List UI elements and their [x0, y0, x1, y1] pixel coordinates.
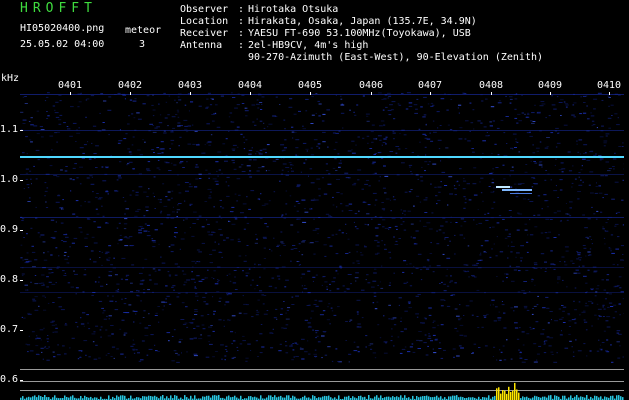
location-key: Location	[180, 16, 229, 27]
receiver-value: YAESU FT-690 53.100MHz(Toyokawa), USB	[248, 28, 471, 39]
carrier-line	[20, 156, 624, 158]
observer-key: Observer	[180, 4, 229, 15]
meteor-label: meteor	[125, 25, 162, 36]
y-tick-label: 0.6	[0, 374, 19, 385]
antenna-value: 2el-HB9CV, 4m's high	[248, 40, 369, 51]
x-tick-label: 0404	[238, 80, 263, 91]
noise-band	[20, 130, 624, 131]
x-tick-mark	[250, 92, 251, 95]
x-tick-mark	[609, 92, 610, 95]
x-tick-label: 0406	[359, 80, 384, 91]
baseline-line	[20, 381, 624, 382]
y-tick-mark	[20, 230, 23, 231]
receiver-key: Receiver	[180, 28, 229, 39]
x-tick-label: 0405	[298, 80, 323, 91]
x-tick-mark	[430, 92, 431, 95]
y-tick-label: 1.1	[0, 124, 19, 135]
antenna-key: Antenna	[180, 40, 223, 51]
noise-band	[20, 94, 624, 95]
baseline-line	[20, 390, 624, 391]
noise-band	[20, 267, 624, 268]
antenna-row: Antenna:2el-HB9CV, 4m's high	[180, 40, 369, 51]
activity-bars	[20, 382, 624, 400]
antenna-value-2: 90-270-Azimuth (East-West), 90-Elevation…	[248, 52, 544, 63]
x-tick-label: 0402	[118, 80, 143, 91]
x-tick-mark	[491, 92, 492, 95]
x-tick-label: 0409	[538, 80, 563, 91]
noise-band	[20, 292, 624, 293]
noise-field	[20, 92, 624, 363]
x-tick-mark	[70, 92, 71, 95]
image-filename: HI05020400.png	[20, 23, 105, 34]
y-tick-label: 0.9	[0, 224, 19, 235]
location-value: Hirakata, Osaka, Japan (135.7E, 34.9N)	[248, 16, 477, 27]
meteor-echo	[496, 186, 510, 188]
x-tick-mark	[310, 92, 311, 95]
observer-value: Hirotaka Otsuka	[248, 4, 339, 15]
observer-row: Observer: Hirotaka Otsuka	[180, 4, 339, 15]
y-axis-unit: kHz	[1, 73, 20, 84]
x-tick-label: 0401	[58, 80, 83, 91]
receiver-row: Receiver: YAESU FT-690 53.100MHz(Toyokawa…	[180, 28, 471, 39]
noise-band	[20, 217, 624, 218]
antenna-row-2: 90-270-Azimuth (East-West), 90-Elevation…	[180, 52, 543, 63]
y-tick-mark	[20, 380, 23, 381]
y-tick-label: 1.0	[0, 174, 19, 185]
x-tick-mark	[190, 92, 191, 95]
app-title: HROFFT	[20, 1, 97, 16]
y-tick-mark	[20, 130, 23, 131]
x-tick-mark	[371, 92, 372, 95]
y-tick-mark	[20, 280, 23, 281]
x-tick-label: 0407	[418, 80, 443, 91]
meteor-echo-tail	[502, 189, 532, 191]
meteor-count: 3	[139, 39, 146, 50]
baseline-line	[20, 369, 624, 370]
noise-band	[20, 174, 624, 175]
timestamp: 25.05.02 04:00	[20, 39, 105, 50]
y-tick-label: 0.8	[0, 274, 19, 285]
meteor-echo-fade	[510, 193, 532, 194]
x-tick-label: 0408	[479, 80, 504, 91]
x-tick-mark	[130, 92, 131, 95]
y-tick-mark	[20, 180, 23, 181]
x-tick-label: 0410	[597, 80, 622, 91]
y-tick-mark	[20, 330, 23, 331]
spectrogram	[20, 92, 624, 400]
location-row: Location: Hirakata, Osaka, Japan (135.7E,…	[180, 16, 477, 27]
x-tick-mark	[550, 92, 551, 95]
y-tick-label: 0.7	[0, 324, 19, 335]
x-tick-label: 0403	[178, 80, 203, 91]
